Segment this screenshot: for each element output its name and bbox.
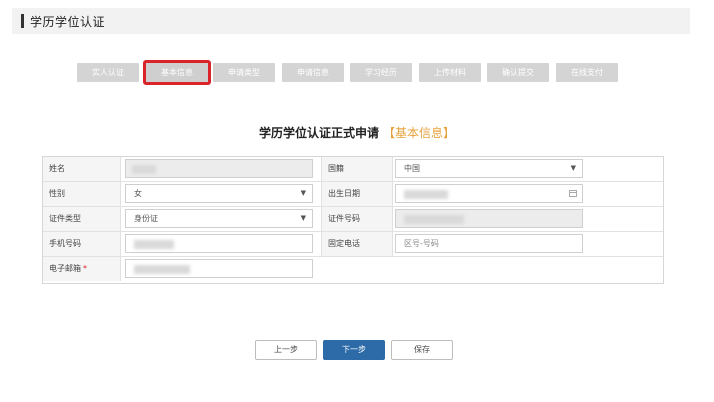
- step-confirm-submit[interactable]: 确认提交: [487, 63, 549, 82]
- step-online-payment[interactable]: 在线支付: [556, 63, 618, 82]
- nationality-label: 国籍: [321, 157, 393, 181]
- step-real-person-auth[interactable]: 实人认证: [77, 63, 139, 82]
- step-study-history[interactable]: 学习经历: [350, 63, 412, 82]
- email-input[interactable]: [125, 259, 313, 278]
- gender-value: 女: [134, 189, 142, 198]
- step-upload-materials[interactable]: 上传材料: [419, 63, 481, 82]
- id-number-label: 证件号码: [321, 207, 393, 231]
- required-mark: *: [83, 264, 87, 273]
- form-row-gender: 性别 女 ▼ 出生日期: [43, 182, 663, 207]
- id-type-label: 证件类型: [43, 207, 121, 231]
- form-row-id: 证件类型 身份证 ▼ 证件号码: [43, 207, 663, 232]
- gender-select[interactable]: 女 ▼: [125, 184, 313, 203]
- gender-label: 性别: [43, 182, 121, 206]
- birthdate-field[interactable]: [395, 184, 583, 203]
- step-progress: 实人认证 基本信息 申请类型 申请信息 学习经历 上传材料 确认提交 在线支付: [0, 60, 714, 85]
- birthdate-redacted: [404, 190, 448, 199]
- step-application-info[interactable]: 申请信息: [282, 63, 344, 82]
- landline-label: 固定电话: [321, 232, 393, 256]
- chevron-down-icon: ▼: [570, 164, 576, 172]
- basic-info-form: 姓名 国籍 中国 ▼ 性别 女 ▼ 出生日期 证件类型 身份证 ▼ 证件号码 手…: [42, 156, 664, 284]
- next-button[interactable]: 下一步: [323, 340, 385, 360]
- id-number-redacted: [404, 215, 464, 224]
- phone-redacted: [134, 240, 174, 249]
- landline-input[interactable]: 区号-号码: [395, 234, 583, 253]
- step-basic-info[interactable]: 基本信息: [143, 60, 211, 85]
- save-button[interactable]: 保存: [391, 340, 453, 360]
- form-row-email: 电子邮箱 *: [43, 257, 663, 282]
- nationality-value: 中国: [404, 164, 420, 173]
- landline-placeholder: 区号-号码: [404, 239, 439, 248]
- calendar-icon[interactable]: [569, 190, 577, 197]
- prev-button[interactable]: 上一步: [255, 340, 317, 360]
- phone-label: 手机号码: [43, 232, 121, 256]
- form-row-name: 姓名 国籍 中国 ▼: [43, 157, 663, 182]
- header-accent: [21, 14, 24, 28]
- name-field: [125, 159, 313, 178]
- id-type-select[interactable]: 身份证 ▼: [125, 209, 313, 228]
- id-number-field: [395, 209, 583, 228]
- form-row-phone: 手机号码 固定电话 区号-号码: [43, 232, 663, 257]
- page-title: 学历学位认证: [30, 15, 106, 29]
- name-redacted: [132, 165, 156, 174]
- header-bar: 学历学位认证: [12, 8, 690, 34]
- birthdate-label: 出生日期: [321, 182, 393, 206]
- email-label-text: 电子邮箱: [49, 264, 81, 273]
- form-title-text: 学历学位认证正式申请: [258, 126, 379, 140]
- form-title: 学历学位认证正式申请 【基本信息】: [0, 124, 714, 141]
- chevron-down-icon: ▼: [300, 214, 306, 222]
- email-redacted: [134, 265, 190, 274]
- name-label: 姓名: [43, 157, 121, 181]
- form-section-tag: 【基本信息】: [383, 126, 456, 140]
- id-type-value: 身份证: [134, 214, 158, 223]
- email-label: 电子邮箱 *: [43, 257, 121, 281]
- step-application-type[interactable]: 申请类型: [213, 63, 275, 82]
- nationality-select[interactable]: 中国 ▼: [395, 159, 583, 178]
- chevron-down-icon: ▼: [300, 189, 306, 197]
- phone-input[interactable]: [125, 234, 313, 253]
